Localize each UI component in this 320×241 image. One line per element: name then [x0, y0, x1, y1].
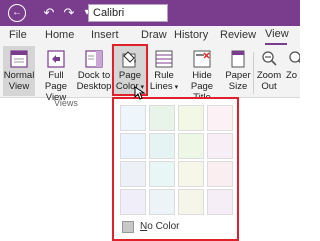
no-color-option[interactable]: No Color	[122, 221, 232, 235]
tab-history[interactable]: History	[174, 29, 208, 41]
color-swatch[interactable]	[178, 105, 204, 131]
color-swatch[interactable]	[178, 133, 204, 159]
rule-lines-button[interactable]: Rule Lines ▾	[148, 46, 180, 96]
color-swatch[interactable]	[120, 161, 146, 187]
paper-size-button[interactable]: Paper Size	[224, 46, 252, 96]
hide-page-title-icon	[193, 50, 211, 68]
full-page-view-label-1: Full Page	[44, 70, 68, 92]
ribbon: Normal View Full Page View Dock to Deskt…	[0, 46, 300, 103]
color-swatch[interactable]	[207, 105, 233, 131]
rule-lines-label-2: Lines ▾	[148, 81, 180, 93]
normal-view-button[interactable]: Normal View	[3, 46, 35, 96]
color-swatch[interactable]	[149, 105, 175, 131]
color-swatch[interactable]	[149, 189, 175, 215]
color-swatch[interactable]	[120, 133, 146, 159]
full-page-view-icon	[47, 50, 65, 68]
hide-page-title-button[interactable]: Hide Page Title	[182, 46, 222, 103]
zoom-in-label-1: Zo	[286, 70, 298, 81]
normal-view-label-2: View	[8, 81, 30, 92]
no-color-swatch	[122, 221, 134, 233]
paper-size-label-2: Size	[228, 81, 248, 92]
dock-desktop-button[interactable]: Dock to Desktop	[76, 46, 112, 96]
no-color-label: No Color	[140, 221, 180, 232]
tab-home[interactable]: Home	[45, 29, 74, 41]
color-swatch[interactable]	[120, 105, 146, 131]
paper-size-label-1: Paper	[225, 70, 251, 81]
paper-size-icon	[231, 50, 245, 68]
zoom-out-label-2: Out	[261, 81, 277, 92]
zoom-out-button[interactable]: Zoom Out	[256, 46, 282, 96]
color-swatch[interactable]	[120, 189, 146, 215]
normal-view-icon	[10, 50, 28, 68]
color-swatch[interactable]	[207, 133, 233, 159]
dock-desktop-label-1: Dock to	[77, 70, 111, 81]
hide-title-label-1: Hide	[192, 70, 212, 81]
mouse-cursor-icon	[134, 86, 146, 100]
color-swatch[interactable]	[178, 189, 204, 215]
color-swatch[interactable]	[178, 161, 204, 187]
views-group-label: Views	[54, 98, 78, 108]
zoom-in-icon	[289, 51, 300, 64]
color-swatch[interactable]	[149, 161, 175, 187]
tab-file[interactable]: File	[9, 29, 27, 41]
rule-lines-label-1: Rule	[154, 70, 174, 81]
color-swatch[interactable]	[207, 189, 233, 215]
chevron-down-icon: ▾	[172, 84, 179, 91]
tab-draw[interactable]: Draw	[141, 29, 167, 41]
zoom-in-button[interactable]: Zo	[286, 46, 300, 96]
tab-insert[interactable]: Insert	[91, 29, 119, 41]
font-name-field[interactable]: Calibri	[88, 4, 168, 22]
undo-icon[interactable]: ↶	[40, 4, 58, 22]
full-page-view-button[interactable]: Full Page View	[37, 46, 75, 103]
redo-icon[interactable]: ↷	[60, 4, 78, 22]
color-swatch[interactable]	[149, 133, 175, 159]
rule-lines-icon	[155, 50, 173, 68]
ribbon-tabs: File Home Insert Draw History Review Vie…	[0, 26, 300, 46]
tab-review[interactable]: Review	[220, 29, 256, 41]
dock-desktop-icon	[85, 50, 103, 68]
active-tab-indicator	[265, 43, 287, 45]
title-bar: ← ↶ ↷ ▾ Calibri	[0, 0, 300, 26]
group-separator	[253, 52, 254, 94]
normal-view-label-1: Normal	[3, 70, 35, 81]
color-swatch[interactable]	[207, 161, 233, 187]
zoom-out-label-1: Zoom	[256, 70, 282, 81]
rule-lines-label-2-text: Lines	[149, 81, 173, 92]
tab-view[interactable]: View	[265, 28, 289, 40]
page-color-dropdown: No Color	[112, 97, 239, 241]
zoom-out-icon	[262, 51, 277, 66]
back-arrow-icon[interactable]: ←	[8, 4, 26, 22]
dock-desktop-label-2: Desktop	[76, 81, 112, 92]
